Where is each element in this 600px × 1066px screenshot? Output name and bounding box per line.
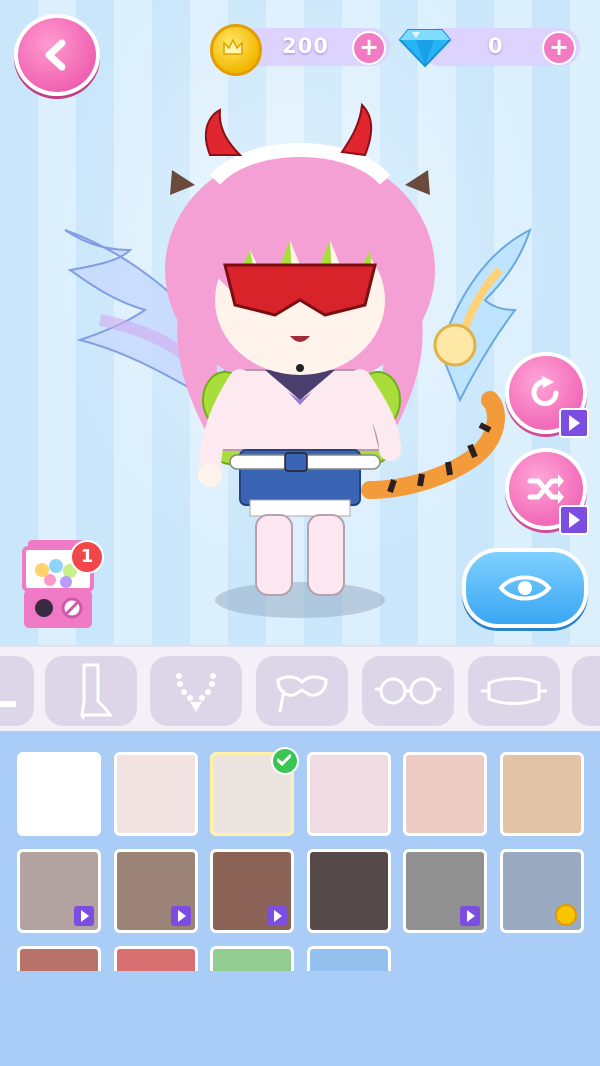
color-swatch[interactable]	[307, 946, 391, 971]
swatch-grid	[0, 731, 600, 971]
video-ad-icon	[559, 408, 589, 438]
video-ad-icon	[559, 505, 589, 535]
sleep-mask-icon	[481, 677, 547, 705]
shoe-icon	[0, 701, 16, 707]
add-gems-button[interactable]: +	[542, 31, 576, 65]
color-swatch[interactable]	[403, 752, 487, 836]
color-swatch[interactable]	[114, 946, 198, 971]
coin-icon	[555, 904, 577, 926]
coin-amount: 200	[282, 34, 329, 58]
color-swatch[interactable]	[17, 849, 101, 933]
category-boots[interactable]	[45, 656, 137, 726]
checkmark-icon	[271, 747, 299, 775]
round-glasses-icon	[375, 677, 441, 705]
color-swatch[interactable]	[403, 849, 487, 933]
boot-icon	[80, 663, 113, 720]
category-eye-masks[interactable]	[468, 656, 560, 726]
necklace-icon	[176, 673, 216, 712]
masquerade-mask-icon	[276, 675, 328, 713]
back-button[interactable]	[14, 14, 100, 96]
chibi-character	[64, 102, 532, 596]
color-swatch[interactable]	[500, 752, 584, 836]
category-masks[interactable]	[256, 656, 348, 726]
crown-coin-icon	[210, 24, 262, 76]
color-swatch[interactable]	[17, 946, 101, 971]
color-swatch[interactable]	[17, 752, 101, 836]
preview-button[interactable]	[462, 548, 588, 628]
color-swatch[interactable]	[210, 849, 294, 933]
color-swatch[interactable]	[500, 849, 584, 933]
character-stage: 200 + 0 + 1	[0, 0, 600, 645]
add-coins-button[interactable]: +	[352, 31, 386, 65]
eye-icon	[498, 575, 552, 601]
color-swatch-panel	[0, 731, 600, 1066]
video-ad-icon	[460, 906, 480, 926]
color-swatch[interactable]	[210, 946, 294, 971]
category-necklaces[interactable]	[150, 656, 242, 726]
category-glasses[interactable]	[362, 656, 454, 726]
color-swatch[interactable]	[307, 849, 391, 933]
category-more[interactable]	[572, 656, 600, 726]
color-swatch[interactable]	[114, 849, 198, 933]
video-ad-icon	[171, 906, 191, 926]
color-swatch[interactable]	[114, 752, 198, 836]
category-bar	[0, 645, 600, 733]
video-ad-icon	[267, 906, 287, 926]
notification-badge: 1	[70, 540, 104, 574]
shuffle-icon	[527, 474, 564, 504]
chevron-left-icon	[45, 39, 66, 71]
color-swatch[interactable]	[307, 752, 391, 836]
diamond-icon	[398, 29, 452, 68]
undo-icon	[531, 376, 559, 407]
video-ad-icon	[74, 906, 94, 926]
color-swatch[interactable]	[210, 747, 299, 836]
gem-amount: 0	[488, 34, 504, 58]
category-shoes[interactable]	[0, 656, 34, 726]
